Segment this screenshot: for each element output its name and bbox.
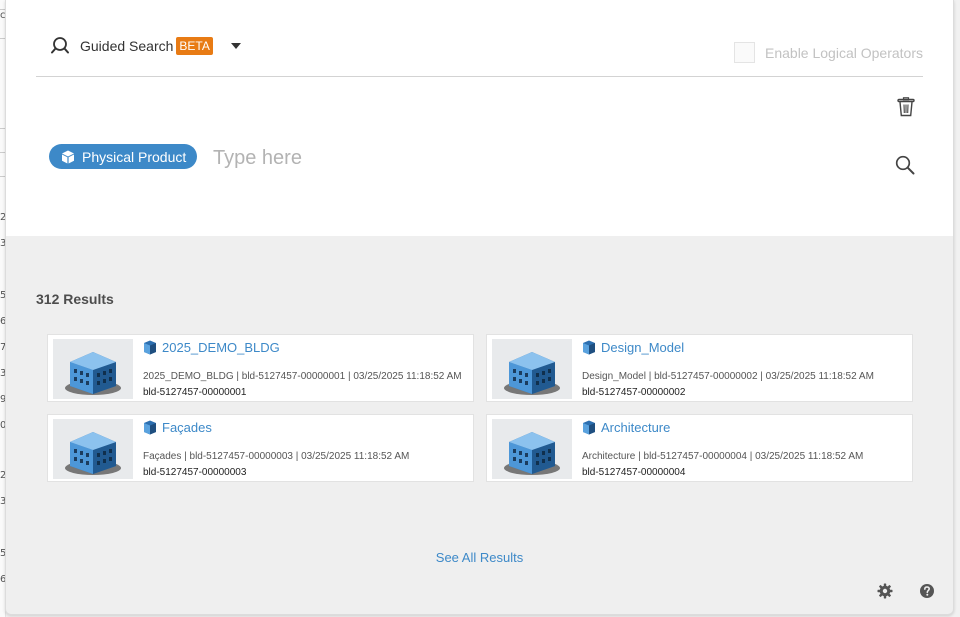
physical-product-icon xyxy=(62,150,74,163)
building-icon xyxy=(65,432,121,475)
search-input[interactable] xyxy=(213,144,613,172)
physical-product-icon xyxy=(144,340,156,355)
physical-product-icon xyxy=(583,420,595,435)
guided-search-toggle[interactable]: Guided Search BETA xyxy=(50,36,241,56)
building-thumbnail xyxy=(53,339,133,399)
result-description: Design_Model | bld-5127457-00000002 | 03… xyxy=(582,371,874,382)
result-id: bld-5127457-00000004 xyxy=(582,467,686,478)
result-id: bld-5127457-00000002 xyxy=(582,387,686,398)
result-description: Façades | bld-5127457-00000003 | 03/25/2… xyxy=(143,451,410,462)
guided-search-label: Guided Search xyxy=(80,38,174,54)
result-description: 2025_DEMO_BLDG | bld-5127457-00000001 | … xyxy=(143,371,462,382)
guided-search-icon xyxy=(51,37,69,54)
physical-product-icon xyxy=(583,340,595,355)
physical-product-icon xyxy=(144,420,156,435)
result-card[interactable]: Design_Model Design_Model | bld-5127457-… xyxy=(486,334,913,402)
logical-operators-label: Enable Logical Operators xyxy=(765,44,923,61)
result-title[interactable]: 2025_DEMO_BLDG xyxy=(162,340,280,355)
building-icon xyxy=(504,432,560,475)
chip-label: Physical Product xyxy=(82,148,187,165)
trash-icon[interactable] xyxy=(897,97,915,117)
gear-icon[interactable] xyxy=(877,583,893,599)
search-header: Guided Search BETA Enable Logical Operat… xyxy=(6,0,953,236)
search-panel: Guided Search BETA Enable Logical Operat… xyxy=(5,0,954,615)
search-icon[interactable] xyxy=(895,155,915,175)
result-title[interactable]: Façades xyxy=(162,420,212,435)
result-description: Architecture | bld-5127457-00000004 | 03… xyxy=(582,451,864,462)
building-icon xyxy=(504,352,560,395)
result-id: bld-5127457-00000003 xyxy=(143,467,247,478)
result-card[interactable]: 2025_DEMO_BLDG 2025_DEMO_BLDG | bld-5127… xyxy=(47,334,474,402)
result-card[interactable]: Architecture Architecture | bld-5127457-… xyxy=(486,414,913,482)
building-icon xyxy=(65,352,121,395)
result-title[interactable]: Design_Model xyxy=(601,340,684,355)
see-all-results-link[interactable]: See All Results xyxy=(6,550,953,565)
building-thumbnail xyxy=(53,419,133,479)
help-icon[interactable] xyxy=(919,583,935,599)
result-title[interactable]: Architecture xyxy=(601,420,670,435)
logical-operators-checkbox[interactable] xyxy=(734,42,755,63)
result-card[interactable]: Façades Façades | bld-5127457-00000003 |… xyxy=(47,414,474,482)
building-thumbnail xyxy=(492,419,572,479)
beta-badge: BETA xyxy=(176,37,213,55)
chevron-down-icon[interactable] xyxy=(230,43,241,49)
header-divider xyxy=(36,76,923,77)
logical-operators-toggle[interactable]: Enable Logical Operators xyxy=(734,42,923,63)
result-id: bld-5127457-00000001 xyxy=(143,387,247,398)
physical-product-chip[interactable]: Physical Product xyxy=(49,144,198,169)
results-count: 312 Results xyxy=(36,291,114,307)
building-thumbnail xyxy=(492,339,572,399)
